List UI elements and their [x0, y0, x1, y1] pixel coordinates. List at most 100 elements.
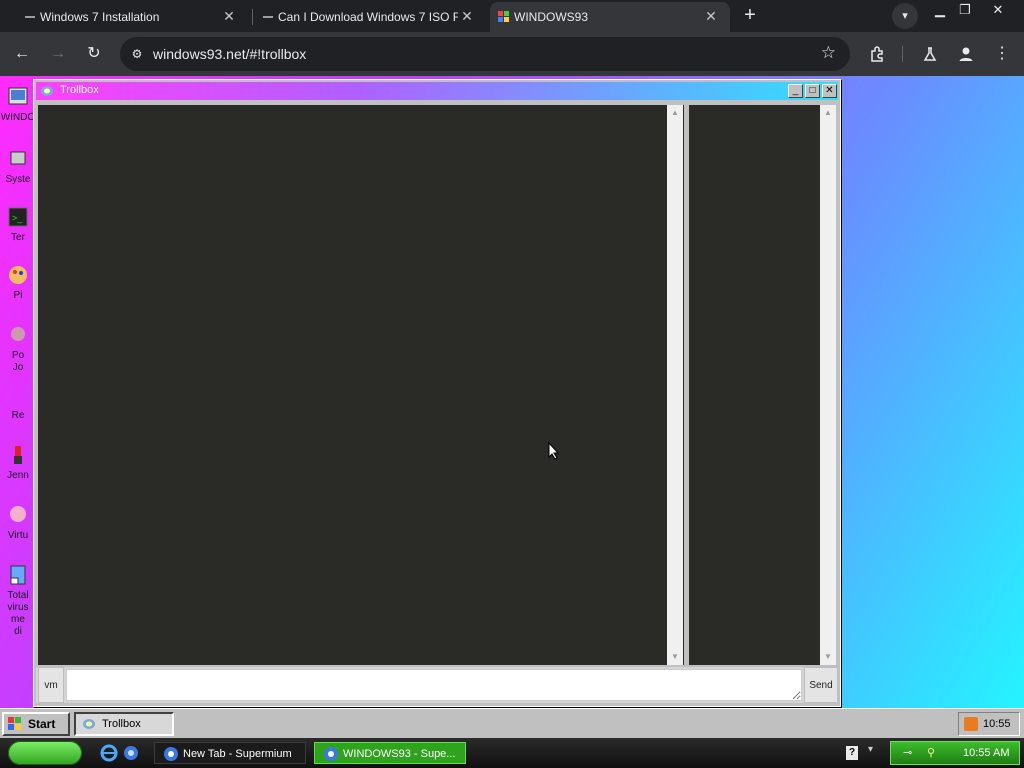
close-tab-icon[interactable]: ✕: [458, 7, 476, 25]
os-taskbar-item-new-tab[interactable]: New Tab - Supermium: [154, 742, 306, 764]
help-icon[interactable]: ?: [846, 746, 858, 760]
system-tray: 10:55: [958, 712, 1020, 736]
kebab-menu-icon: ⋮: [994, 45, 1010, 62]
site-info-icon[interactable]: ⚙: [126, 43, 148, 65]
virtual-girl-icon: [10, 506, 26, 522]
tab-download-windows7-iso[interactable]: Can I Download Windows 7 ISO Fi ✕: [254, 2, 486, 32]
browser-minimize-button[interactable]: ▁: [928, 0, 952, 20]
nickname-button[interactable]: vm: [38, 667, 64, 703]
new-tab-button[interactable]: +: [738, 4, 762, 28]
forward-button[interactable]: →: [45, 41, 71, 67]
tab-windows93[interactable]: WINDOWS93 ✕: [490, 2, 730, 32]
chat-scrollbar[interactable]: ▲ ▼: [667, 105, 683, 665]
os-taskbar-item-windows93[interactable]: WINDOWS93 - Supe...: [314, 742, 466, 764]
tab-search-button[interactable]: ▾: [892, 3, 918, 29]
tray-clock: 10:55: [983, 718, 1011, 730]
send-button[interactable]: Send: [804, 667, 838, 703]
trollbox-titlebar[interactable]: Trollbox _ □ ✕: [36, 82, 838, 100]
os-taskbar: New Tab - Supermium WINDOWS93 - Supe... …: [0, 738, 1024, 768]
windows93-icon: [8, 87, 28, 105]
taskbar-item-label: New Tab - Supermium: [183, 748, 292, 760]
taskbar-item-label: Trollbox: [102, 718, 141, 730]
desktop-icon-label: Jenn: [7, 470, 29, 481]
user-list-pane[interactable]: [689, 105, 821, 665]
desktop-icon-label: Re: [11, 410, 25, 421]
browser-menu-button[interactable]: ⋮: [989, 41, 1015, 67]
bookmark-star-icon[interactable]: ☆: [821, 43, 836, 63]
desktop-icon-label: Syste: [5, 174, 31, 185]
minimize-icon: _: [792, 85, 799, 96]
windows93-desktop: WINDO Syste >_ Ter Pi Po Jo Re Jenn Virt…: [0, 76, 1024, 708]
close-tab-icon[interactable]: ✕: [702, 7, 720, 25]
desktop-icon-paint[interactable]: Pi: [0, 262, 36, 302]
search-icon[interactable]: ⚲: [927, 742, 935, 764]
profile-button[interactable]: [953, 41, 979, 67]
scroll-up-icon[interactable]: ▲: [820, 105, 836, 121]
desktop-icon-windows93[interactable]: WINDO: [0, 84, 36, 124]
tab-title: Can I Download Windows 7 ISO Fi: [278, 10, 458, 24]
profile-icon: [959, 47, 973, 61]
lipstick-icon: [14, 446, 22, 464]
tray-expand-icon[interactable]: ▾: [868, 744, 873, 755]
desktop-icon-poney-jouet[interactable]: Po Jo: [0, 322, 36, 374]
scroll-down-icon[interactable]: ▼: [667, 649, 683, 665]
browser-icon: [164, 747, 178, 761]
back-button[interactable]: ←: [9, 41, 35, 67]
mouse-cursor-icon: [548, 442, 560, 460]
desktop-icon-virtual-girl[interactable]: Virtu: [0, 502, 36, 542]
paint-icon: [9, 266, 27, 284]
recycle-icon: [5, 382, 31, 408]
desktop-icon-terminal[interactable]: >_ Ter: [0, 204, 36, 244]
desktop-icon-system[interactable]: Syste: [0, 146, 36, 186]
os-system-tray: ⊸ ⚲ 10:55 AM: [890, 741, 1020, 765]
arrow-right-icon: →: [50, 45, 66, 62]
scroll-down-icon[interactable]: ▼: [820, 649, 836, 665]
network-icon[interactable]: ⊸: [903, 742, 912, 764]
terminal-icon: >_: [8, 207, 28, 227]
tab-title: WINDOWS93: [514, 10, 589, 24]
extensions-button[interactable]: [864, 41, 890, 67]
page-icon: [25, 16, 35, 18]
browser-restore-button[interactable]: ❐: [953, 0, 977, 20]
windows-logo-icon: [8, 717, 21, 730]
ie-icon[interactable]: [100, 744, 118, 762]
close-icon: ✕: [825, 85, 834, 96]
trollbox-window: Trollbox _ □ ✕ ▲ ▼ ▲ ▼ vm Send: [33, 79, 841, 707]
trollbox-icon: [83, 719, 95, 729]
desktop-icon-recycle[interactable]: Re: [0, 382, 36, 422]
window-title: Trollbox: [60, 84, 99, 96]
desktop-icon-total-virus[interactable]: Total virus me di: [0, 562, 36, 638]
os-clock: 10:55 AM: [963, 747, 1010, 759]
tab-windows7-installation[interactable]: Windows 7 Installation ✕: [16, 2, 248, 32]
close-button[interactable]: ✕: [822, 84, 837, 98]
browser-toolbar: ← → ↻ ⚙ windows93.net/#!trollbox ☆ ⋮: [0, 32, 1024, 76]
windows93-taskbar: Start Trollbox 10:55: [0, 708, 1024, 738]
browser-icon: [324, 747, 338, 761]
shortcut-icon: [10, 565, 26, 585]
rss-icon[interactable]: [964, 717, 978, 731]
browser-close-button[interactable]: ✕: [986, 0, 1010, 20]
maximize-icon: □: [809, 85, 816, 96]
scroll-up-icon[interactable]: ▲: [667, 105, 683, 121]
maximize-button[interactable]: □: [805, 84, 820, 98]
labs-button[interactable]: [917, 41, 943, 67]
svg-text:>_: >_: [12, 213, 23, 223]
os-start-button[interactable]: [8, 741, 82, 765]
arrow-left-icon: ←: [14, 45, 30, 62]
chat-messages-pane[interactable]: [38, 105, 684, 665]
desktop-icon-jenn[interactable]: Jenn: [0, 442, 36, 482]
reload-button[interactable]: ↻: [81, 41, 107, 67]
start-button[interactable]: Start: [2, 712, 70, 736]
message-input[interactable]: [66, 669, 802, 701]
userlist-scrollbar[interactable]: ▲ ▼: [820, 105, 836, 665]
minimize-button[interactable]: _: [788, 84, 803, 98]
taskbar-item-trollbox[interactable]: Trollbox: [74, 712, 174, 736]
trollbox-input-bar: vm Send: [36, 667, 838, 703]
browser-quicklaunch-icon[interactable]: [122, 744, 140, 762]
desktop-icon-label: WINDO: [0, 112, 36, 123]
desktop-icon-label: Ter: [11, 232, 25, 243]
address-url[interactable]: windows93.net/#!trollbox: [153, 46, 306, 62]
close-tab-icon[interactable]: ✕: [220, 7, 238, 25]
address-bar[interactable]: ⚙ windows93.net/#!trollbox ☆: [120, 37, 850, 71]
page-icon: [263, 16, 273, 18]
